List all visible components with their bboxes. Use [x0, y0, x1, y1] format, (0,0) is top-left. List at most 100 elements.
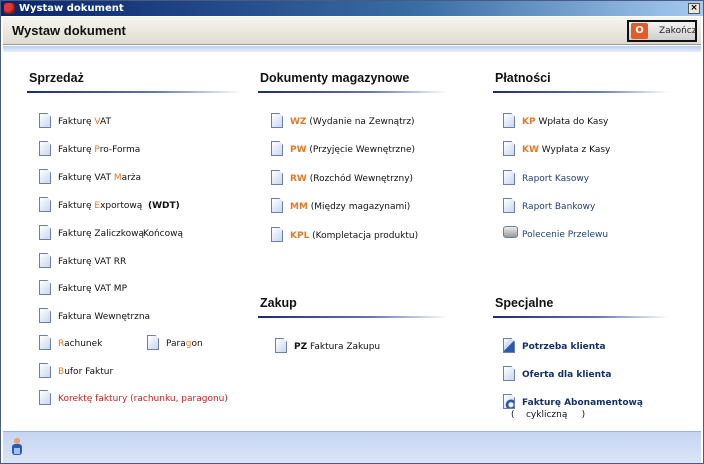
- menu-item-label: Fakturę Pro-Forma: [58, 145, 140, 155]
- document-icon: [39, 253, 51, 268]
- document-icon: [271, 141, 283, 156]
- menu-item-label: Fakturę Exportową (WDT): [58, 201, 180, 211]
- label-part: AT: [100, 117, 111, 127]
- label-part: (Rozchód Wewnętrzny): [306, 174, 414, 184]
- menu-item-label: Oferta dla klienta: [522, 370, 611, 380]
- label-part: on: [191, 339, 203, 349]
- section-divider: [258, 91, 448, 93]
- menu-item-label: Fakturę VAT MP: [58, 284, 127, 294]
- clock-document-icon: [503, 394, 515, 409]
- menu-item-label: Bufor Faktur: [58, 367, 113, 377]
- label-part: Faktura Zakupu: [307, 342, 381, 352]
- document-icon: [39, 113, 51, 128]
- printer-icon: [503, 226, 518, 238]
- label-part: ufor Faktur: [64, 367, 114, 377]
- menu-item-label: KW Wypłata z Kasy: [522, 145, 610, 155]
- section-heading-zakup: Zakup: [260, 296, 297, 310]
- label-part: achunek: [64, 339, 103, 349]
- menu-item-label: Fakturę VAT RR: [58, 257, 126, 267]
- label-part: Fakturę VAT: [58, 173, 114, 183]
- document-icon: [39, 197, 51, 212]
- section-heading-specjalne: Specjalne: [495, 296, 554, 310]
- label-part: MM: [290, 202, 308, 212]
- label-part: PW: [290, 145, 307, 155]
- menu-item-label: Fakturę Abonamentową: [522, 398, 643, 408]
- document-icon: [503, 113, 515, 128]
- label-part: (WDT): [148, 201, 180, 211]
- end-button-label: Zakończ: [659, 26, 697, 36]
- label-part: M: [113, 173, 122, 183]
- menu-item-label: Korektę faktury (rachunku, paragonu): [58, 394, 228, 404]
- menu-item-label: Fakturę VAT Marża: [58, 173, 141, 183]
- menu-item-label: Fakturę VAT: [58, 117, 111, 127]
- label-part: KP: [522, 117, 536, 127]
- menu-item-label: WZ (Wydanie na Zewnątrz): [290, 117, 415, 127]
- document-icon: [39, 363, 51, 378]
- section-divider: [27, 91, 242, 93]
- document-icon: [271, 227, 283, 242]
- document-icon: [271, 198, 283, 213]
- label-part: Wypłata z Kasy: [538, 145, 611, 155]
- label-part: Fakturę: [58, 145, 95, 155]
- section-divider: [493, 316, 668, 318]
- menu-item-label: KP Wpłata do Kasy: [522, 117, 608, 127]
- label-part: ( cykliczną ): [511, 410, 586, 420]
- label-part: xportową: [100, 201, 148, 211]
- label-part: Fakturę Abonamentową: [522, 398, 643, 408]
- end-button[interactable]: O Zakończ: [627, 20, 697, 42]
- label-part: (Wydanie na Zewnątrz): [306, 117, 415, 127]
- menu-item-label: Polecenie Przelewu: [522, 230, 608, 240]
- close-button[interactable]: ×: [688, 3, 700, 14]
- menu-item-label: ( cykliczną ): [511, 410, 585, 420]
- label-part: (Kompletacja produktu): [309, 231, 419, 241]
- document-icon: [271, 113, 283, 128]
- label-part: RW: [290, 174, 307, 184]
- label-part: Wpłata do Kasy: [535, 117, 609, 127]
- section-heading-sprzedaz: Sprzedaż: [29, 71, 84, 85]
- user-icon[interactable]: [11, 437, 23, 457]
- label-part: Para: [166, 339, 186, 349]
- document-icon: [503, 366, 515, 381]
- label-part: Faktura Wewnętrzna: [58, 312, 151, 322]
- label-part: Oferta dla klienta: [522, 370, 612, 380]
- label-part: Polecenie Przelewu: [522, 230, 609, 240]
- label-part: WZ: [290, 117, 307, 127]
- label-part: PZ: [294, 342, 308, 352]
- menu-item-label: KPL (Kompletacja produktu): [290, 231, 418, 241]
- label-part: Raport Bankowy: [522, 202, 596, 212]
- label-part: ro-Forma: [99, 145, 141, 155]
- document-icon: [271, 170, 283, 185]
- status-bar: [3, 431, 701, 463]
- page-title: Wystaw dokument: [12, 23, 126, 38]
- document-icon: [39, 390, 51, 405]
- document-icon: [503, 141, 515, 156]
- document-icon: [39, 280, 51, 295]
- menu-item-label: PZ Faktura Zakupu: [294, 342, 380, 352]
- label-part: Fakturę: [58, 117, 95, 127]
- menu-item-label: MM (Między magazynami): [290, 202, 410, 212]
- label-part: KW: [522, 145, 539, 155]
- label-part: Korektę faktury (rachunku, paragonu): [58, 394, 228, 404]
- label-part: Fakturę: [58, 201, 95, 211]
- label-part: (Między magazynami): [307, 202, 411, 212]
- document-icon: [39, 335, 51, 350]
- label-part: (Przyjęcie Wewnętrzne): [306, 145, 416, 155]
- menu-item-label: PW (Przyjęcie Wewnętrzne): [290, 145, 415, 155]
- document-icon: [147, 335, 159, 350]
- content: Sprzedaż Fakturę VAT Fakturę Pro-Forma Fakt…: [3, 52, 701, 431]
- menu-item-label: Paragon: [166, 339, 203, 349]
- app-icon: [4, 3, 15, 14]
- menu-item-label: Faktura Wewnętrzna: [58, 312, 150, 322]
- label-part: Fakturę VAT RR: [58, 257, 127, 267]
- label-part: Końcową: [143, 229, 183, 239]
- window-title: Wystaw dokument: [19, 3, 124, 14]
- section-divider: [258, 316, 448, 318]
- label-part: KPL: [290, 231, 310, 241]
- document-icon: [39, 225, 51, 240]
- document-icon: [39, 141, 51, 156]
- label-part: Potrzeba klienta: [522, 342, 606, 352]
- document-icon: [39, 308, 51, 323]
- header: Wystaw dokument O Zakończ: [3, 17, 701, 45]
- section-heading-magazyn: Dokumenty magazynowe: [260, 71, 410, 85]
- label-part: Fakturę VAT MP: [58, 284, 127, 294]
